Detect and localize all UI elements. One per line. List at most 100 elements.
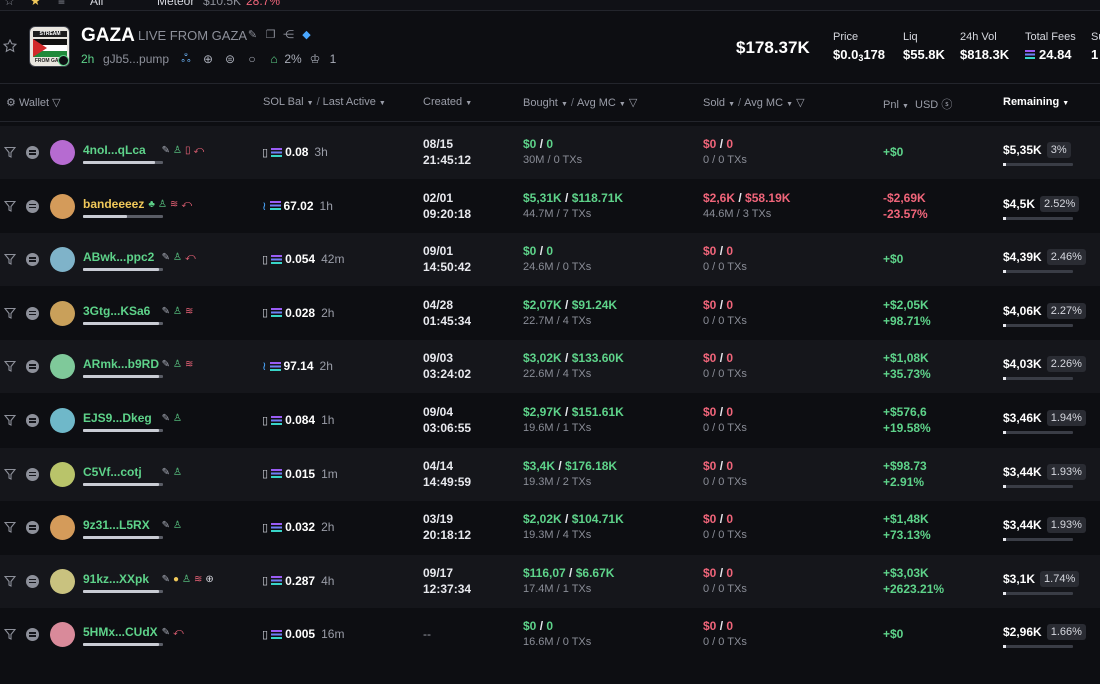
- edit-icon[interactable]: ✎: [162, 574, 170, 586]
- edit-icon[interactable]: ✎: [162, 252, 170, 264]
- avatar[interactable]: [50, 408, 75, 433]
- table-row[interactable]: 3Gtg...KSa6 ✎ ♙ ≋ ▯ 0.028 2h 04/28 01:45:34 …: [0, 287, 1100, 340]
- menu-icon[interactable]: [26, 360, 39, 374]
- table-row[interactable]: 4noI...qLca ✎ ♙ ▯ ⤺ ▯ 0.08 3h 08/15 21:45:12 …: [0, 126, 1100, 179]
- person-icon[interactable]: ♙: [173, 252, 182, 264]
- avatar[interactable]: [50, 140, 75, 165]
- person-icon[interactable]: ♙: [173, 413, 182, 425]
- share-icon[interactable]: ⋲: [282, 28, 295, 41]
- menu-icon[interactable]: [26, 467, 39, 481]
- exit-icon[interactable]: ⤺: [181, 199, 192, 211]
- wallet-address[interactable]: ABwk...ppc2: [83, 250, 154, 264]
- website-icon[interactable]: ⊕: [200, 51, 216, 67]
- crown-icon[interactable]: ♔: [307, 51, 323, 67]
- favorite-star-icon[interactable]: [3, 39, 17, 53]
- avatar[interactable]: [50, 568, 75, 594]
- table-row[interactable]: 5HMx...CUdX ✎ ⤺ ▯ 0.005 16m -- $0 / 0 16.6…: [0, 608, 1100, 661]
- col-remaining[interactable]: Remaining ▼: [1003, 96, 1069, 108]
- wallet-address[interactable]: 9z31...L5RX: [83, 518, 150, 532]
- star-icon[interactable]: ☆: [4, 0, 15, 8]
- edit-icon[interactable]: ✎: [246, 28, 259, 41]
- wallet-address[interactable]: bandeeeez: [83, 197, 144, 211]
- col-sold[interactable]: Sold ▼ / Avg MC ▼ ▽: [703, 96, 805, 109]
- layers-icon[interactable]: ≋: [194, 574, 202, 586]
- wallet-address[interactable]: C5Vf...cotj: [83, 465, 142, 479]
- col-bought[interactable]: Bought ▼ / Avg MC ▼ ▽: [523, 96, 637, 109]
- menu-icon[interactable]: [26, 199, 39, 213]
- menu-icon[interactable]: [26, 574, 39, 588]
- edit-icon[interactable]: ✎: [162, 413, 170, 425]
- menu-icon[interactable]: [26, 253, 39, 267]
- avatar[interactable]: [50, 193, 75, 219]
- layers-icon[interactable]: ≋: [185, 306, 193, 318]
- filter-icon[interactable]: ▽: [629, 97, 637, 109]
- avatar[interactable]: [50, 461, 75, 487]
- table-row[interactable]: bandeeeez ♣ ♙ ≋ ⤺ ≀ 67.02 1h 02/01 09:20:18 $…: [0, 180, 1100, 233]
- currency-toggle-icon[interactable]: ⓢ: [941, 99, 952, 111]
- filter-icon[interactable]: [4, 307, 16, 319]
- edit-icon[interactable]: ✎: [162, 520, 170, 532]
- table-row[interactable]: C5Vf...cotj ✎ ♙ ▯ 0.015 1m 04/14 14:49:59 $…: [0, 447, 1100, 501]
- crown-icon[interactable]: ●: [173, 574, 179, 586]
- exit-icon[interactable]: ⤺: [185, 252, 196, 264]
- menu-icon[interactable]: [26, 146, 39, 159]
- settings-icon[interactable]: ⚙: [6, 97, 16, 109]
- wallet-address[interactable]: 3Gtg...KSa6: [83, 304, 150, 318]
- person-icon[interactable]: ♙: [173, 359, 182, 371]
- avatar[interactable]: [50, 622, 75, 648]
- all-filter[interactable]: All: [90, 0, 103, 8]
- table-row[interactable]: ABwk...ppc2 ✎ ♙ ⤺ ▯ 0.054 42m 09/01 14:50:42…: [0, 233, 1100, 287]
- wallet-address[interactable]: ARmk...b9RD: [83, 357, 159, 371]
- col-pnl[interactable]: Pnl ▼ USD ⓢ: [883, 96, 952, 112]
- target-icon[interactable]: ⊕: [205, 574, 213, 586]
- edit-icon[interactable]: ✎: [162, 359, 170, 371]
- copy-icon[interactable]: ❐: [264, 28, 277, 41]
- token-address[interactable]: gJb5...pump: [103, 52, 169, 66]
- verified-icon[interactable]: ◆: [300, 28, 313, 41]
- chef-hat-icon[interactable]: ⌂: [266, 51, 282, 67]
- layers-icon[interactable]: ≋: [185, 359, 193, 371]
- exit-icon[interactable]: ⤺: [193, 145, 204, 157]
- menu-icon[interactable]: [26, 521, 39, 535]
- tree-icon[interactable]: ♣: [148, 199, 155, 211]
- table-row[interactable]: 9z31...L5RX ✎ ♙ ▯ 0.032 2h 03/19 20:18:12 $…: [0, 501, 1100, 554]
- search-icon[interactable]: ○: [244, 51, 260, 67]
- filter-icon[interactable]: [4, 628, 16, 641]
- wallet-address[interactable]: 4noI...qLca: [83, 143, 146, 157]
- layers-icon[interactable]: ≋: [170, 199, 178, 211]
- person-icon[interactable]: ♙: [173, 520, 182, 532]
- wallet-address[interactable]: 91kz...XXpk: [83, 572, 149, 586]
- filter-icon[interactable]: [4, 468, 16, 480]
- edit-icon[interactable]: ✎: [162, 627, 170, 639]
- table-row[interactable]: ARmk...b9RD ✎ ♙ ≋ ≀ 97.14 2h 09/03 03:24:02 …: [0, 340, 1100, 394]
- filter-icon[interactable]: ▽: [796, 97, 804, 109]
- avatar[interactable]: [50, 515, 75, 541]
- menu-icon[interactable]: [26, 414, 39, 427]
- avatar[interactable]: [50, 300, 75, 326]
- avatar[interactable]: [50, 354, 75, 380]
- table-row[interactable]: 91kz...XXpk ✎ ● ♙ ≋ ⊕ ▯ 0.287 4h 09/17 12:37:3…: [0, 554, 1100, 608]
- holders-icon[interactable]: ஃ: [178, 51, 194, 67]
- table-row[interactable]: EJS9...Dkeg ✎ ♙ ▯ 0.084 1h 09/04 03:06:55 $…: [0, 394, 1100, 447]
- token-logo[interactable]: STREAM FROM GAZA: [29, 26, 70, 67]
- menu-icon[interactable]: [26, 628, 39, 642]
- strip-ticker[interactable]: Meteor: [157, 0, 194, 8]
- wallet-address[interactable]: 5HMx...CUdX: [83, 625, 158, 639]
- avatar[interactable]: [50, 247, 75, 273]
- wallet-address[interactable]: EJS9...Dkeg: [83, 411, 152, 425]
- menu-icon[interactable]: [26, 306, 39, 320]
- twitter-icon[interactable]: ⊜: [222, 51, 238, 67]
- star-filled-icon[interactable]: ★: [30, 0, 41, 8]
- person-icon[interactable]: ♙: [173, 467, 182, 479]
- person-icon[interactable]: ♙: [173, 145, 182, 157]
- list-icon[interactable]: ≡: [58, 0, 65, 8]
- filter-icon[interactable]: [4, 575, 16, 587]
- filter-icon[interactable]: [4, 521, 16, 534]
- edit-icon[interactable]: ✎: [162, 306, 170, 318]
- col-created[interactable]: Created ▼: [423, 96, 472, 108]
- filter-icon[interactable]: [4, 146, 16, 158]
- person-icon[interactable]: ♙: [182, 574, 191, 586]
- person-icon[interactable]: ♙: [158, 199, 167, 211]
- edit-icon[interactable]: ✎: [162, 145, 170, 157]
- filter-icon[interactable]: [4, 360, 16, 373]
